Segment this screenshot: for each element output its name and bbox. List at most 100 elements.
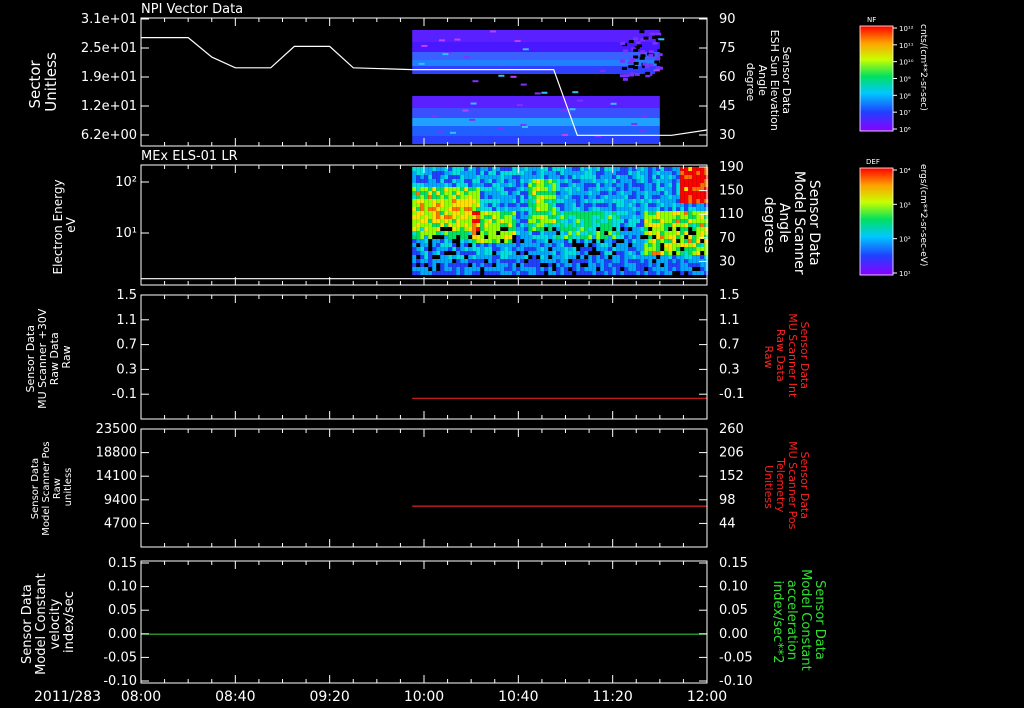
spectrogram-cell	[460, 263, 465, 267]
spectrogram-cell	[424, 179, 429, 183]
spectrogram-cell	[564, 219, 569, 223]
spectrogram-cell	[476, 259, 481, 263]
spectrogram-cell	[616, 271, 621, 275]
spectrogram-cell	[640, 171, 645, 175]
spectrogram-cell	[596, 271, 601, 275]
spectrogram-cell	[500, 243, 505, 247]
spectrogram-cell	[536, 235, 541, 239]
spectrogram-cell	[556, 243, 561, 247]
spectrogram-cell	[440, 263, 445, 267]
colorbar-def: DEF 10⁴10³10²10¹ ergs/(cm**2-sr-sec-eV)	[859, 158, 928, 278]
spectrogram-cell	[444, 191, 449, 195]
spectrogram-cell	[468, 207, 473, 211]
spectrogram-cell	[480, 219, 485, 223]
spectrogram-cell	[460, 259, 465, 263]
spectrogram-cell	[468, 215, 473, 219]
spectrogram-cell	[544, 243, 549, 247]
spectrogram-cell	[688, 183, 693, 187]
spectrogram-pixel	[640, 50, 646, 54]
spectrogram-cell	[668, 183, 673, 187]
spectrogram-cell	[620, 187, 625, 191]
spectrogram-cell	[424, 219, 429, 223]
spectrogram-cell	[692, 255, 697, 259]
spectrogram-cell	[420, 183, 425, 187]
spectrogram-cell	[628, 203, 633, 207]
spectrogram-cell	[492, 243, 497, 247]
spectrogram-cell	[624, 255, 629, 259]
spectrogram-cell	[432, 231, 437, 235]
spectrogram-cell	[500, 167, 505, 171]
spectrogram-cell	[468, 179, 473, 183]
spectrogram-cell	[640, 199, 645, 203]
spectrogram-cell	[632, 247, 637, 251]
spectrogram-cell	[548, 183, 553, 187]
spectrogram-pixel	[648, 50, 654, 54]
spectrogram-cell	[624, 167, 629, 171]
spectrogram-cell	[640, 175, 645, 179]
spectrogram-cell	[412, 179, 417, 183]
spectrogram-cell	[504, 251, 509, 255]
spectrogram-cell	[484, 251, 489, 255]
spectrogram-cell	[488, 271, 493, 275]
pos-left-label: Sensor Data Model Scanner Pos Raw unitle…	[30, 438, 74, 535]
spectrogram-cell	[464, 271, 469, 275]
spectrogram-cell	[488, 255, 493, 259]
spectrogram-cell	[620, 219, 625, 223]
spectrogram-cell	[580, 171, 585, 175]
spectrogram-cell	[584, 247, 589, 251]
spectrogram-cell	[700, 271, 705, 275]
spectrogram-cell	[664, 263, 669, 267]
spectrogram-cell	[524, 175, 529, 179]
spectrogram-cell	[552, 183, 557, 187]
spectrogram-pixel	[449, 131, 456, 134]
spectrogram-cell	[540, 239, 545, 243]
spectrogram-cell	[456, 203, 461, 207]
spectrogram-cell	[608, 223, 613, 227]
spectrogram-pixel	[645, 71, 651, 75]
spectrogram-cell	[420, 235, 425, 239]
spectrogram-cell	[600, 183, 605, 187]
spectrogram-cell	[696, 231, 701, 235]
spectrogram-cell	[656, 219, 661, 223]
spectrogram-cell	[472, 255, 477, 259]
spectrogram-cell	[624, 247, 629, 251]
spectrogram-cell	[476, 235, 481, 239]
spectrogram-pixel	[418, 62, 425, 65]
spectrogram-cell	[540, 171, 545, 175]
spectrogram-cell	[588, 183, 593, 187]
spectrogram-cell	[596, 219, 601, 223]
spectrogram-cell	[536, 271, 541, 275]
spectrogram-cell	[652, 223, 657, 227]
spectrogram-cell	[680, 195, 685, 199]
spectrogram-cell	[704, 167, 709, 171]
spectrogram-band	[412, 118, 660, 126]
spectrogram-cell	[560, 267, 565, 271]
spectrogram-cell	[440, 167, 445, 171]
spectrogram-cell	[456, 247, 461, 251]
spectrogram-cell	[604, 203, 609, 207]
spectrogram-cell	[636, 219, 641, 223]
spectrogram-cell	[496, 267, 501, 271]
spectrogram-cell	[456, 195, 461, 199]
spectrogram-cell	[632, 267, 637, 271]
spectrogram-cell	[652, 207, 657, 211]
spectrogram-cell	[496, 215, 501, 219]
spectrogram-cell	[536, 227, 541, 231]
spectrogram-cell	[584, 259, 589, 263]
spectrogram-cell	[524, 171, 529, 175]
spectrogram-cell	[624, 227, 629, 231]
spectrogram-cell	[632, 263, 637, 267]
spectrogram-cell	[560, 219, 565, 223]
spectrogram-cell	[616, 231, 621, 235]
right-tick-label: 75	[719, 41, 736, 56]
spectrogram-cell	[696, 171, 701, 175]
spectrogram-cell	[688, 195, 693, 199]
spectrogram-cell	[700, 167, 705, 171]
spectrogram-cell	[476, 175, 481, 179]
spectrogram-cell	[588, 259, 593, 263]
spectrogram-pixel	[627, 60, 633, 64]
spectrogram-cell	[596, 231, 601, 235]
spectrogram-cell	[508, 235, 513, 239]
spectrogram-pixel	[599, 69, 606, 72]
spectrogram-cell	[468, 247, 473, 251]
